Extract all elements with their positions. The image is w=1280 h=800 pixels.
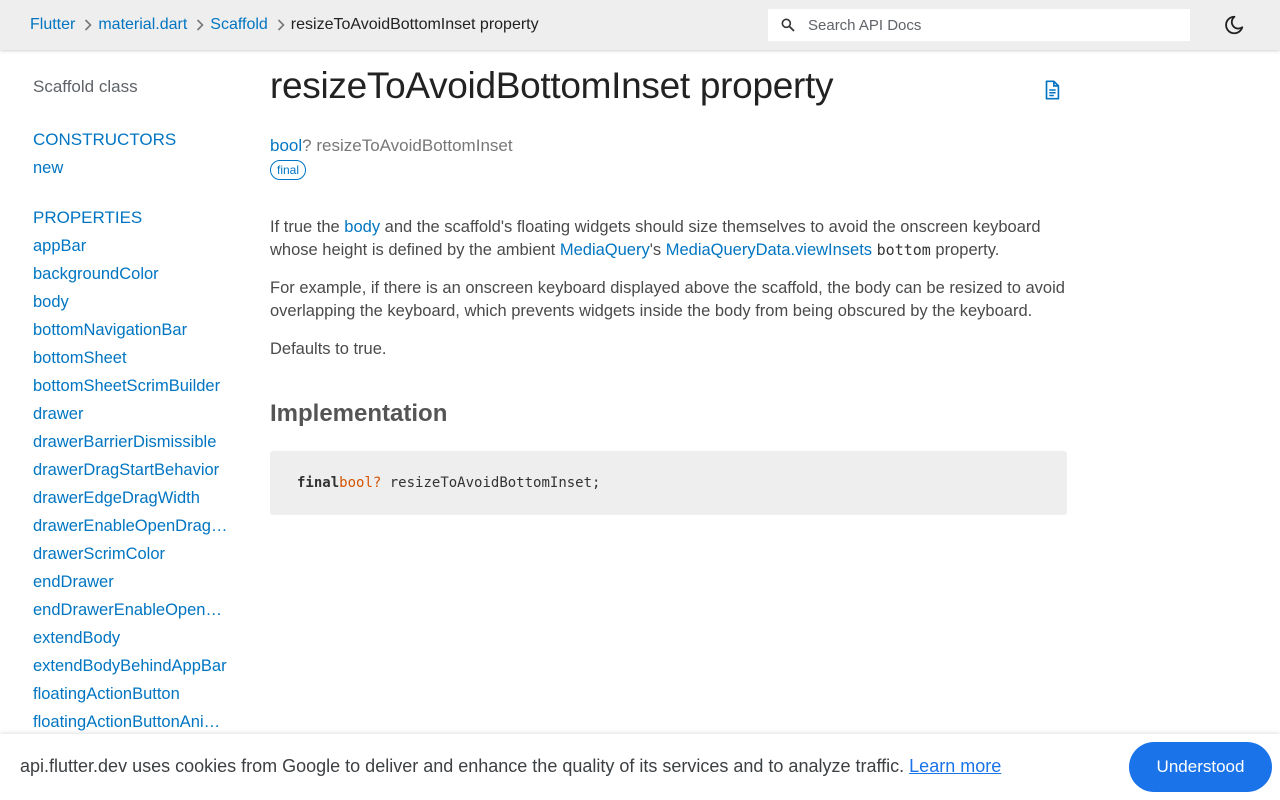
sidebar-item-new[interactable]: new — [33, 154, 229, 182]
sidebar-item[interactable]: extendBodyBehindAppBar — [33, 652, 229, 680]
type-link-bool[interactable]: bool — [270, 136, 302, 155]
search-input[interactable] — [808, 9, 1178, 41]
dark-mode-moon-icon[interactable] — [1222, 13, 1246, 37]
sidebar-item[interactable]: endDrawer — [33, 568, 229, 596]
chevron-right-icon — [196, 19, 204, 31]
sidebar-item[interactable]: bottomSheetScrimBuilder — [33, 372, 229, 400]
sidebar-item[interactable]: drawerScrimColor — [33, 540, 229, 568]
breadcrumb-material-dart[interactable]: material.dart — [98, 16, 187, 34]
text-span: If true the — [270, 218, 345, 236]
breadcrumb-current-page: resizeToAvoidBottomInset property — [290, 16, 539, 33]
sidebar-item[interactable]: drawerEdgeDragWidth — [33, 484, 229, 512]
sidebar-item[interactable]: backgroundColor — [33, 260, 229, 288]
sidebar-item[interactable]: body — [33, 288, 229, 316]
sidebar-item[interactable]: drawer — [33, 400, 229, 428]
learn-more-link[interactable]: Learn more — [909, 756, 1001, 776]
search-box[interactable] — [768, 9, 1190, 41]
sidebar-item[interactable]: bottomNavigationBar — [33, 316, 229, 344]
property-signature: bool? resizeToAvoidBottomInset — [270, 136, 1070, 156]
sidebar-item[interactable]: appBar — [33, 232, 229, 260]
breadcrumb-flutter[interactable]: Flutter — [30, 16, 75, 34]
link-body[interactable]: body — [344, 218, 380, 236]
description: If true the body and the scaffold's floa… — [270, 216, 1070, 361]
cookie-notice: api.flutter.dev uses cookies from Google… — [20, 756, 1001, 777]
cookie-consent-bar: api.flutter.dev uses cookies from Google… — [0, 734, 1280, 800]
sidebar-section-properties[interactable]: PROPERTIES — [33, 204, 233, 232]
sidebar-section-constructors[interactable]: CONSTRUCTORS — [33, 126, 233, 154]
description-paragraph: For example, if there is an onscreen key… — [270, 279, 1065, 320]
description-paragraph: If true the body and the scaffold's floa… — [270, 216, 1070, 262]
main-content: resizeToAvoidBottomInset property bool? … — [270, 60, 1070, 515]
understood-button[interactable]: Understood — [1129, 742, 1272, 792]
search-icon — [768, 9, 808, 41]
link-mediaquery[interactable]: MediaQuery — [560, 241, 650, 259]
sidebar-item[interactable]: extendBody — [33, 624, 229, 652]
final-badge: final — [270, 160, 307, 180]
breadcrumb: Flutter material.dart Scaffold resizeToA… — [30, 0, 539, 50]
text-span: property. — [930, 241, 1000, 259]
code-block: final bool? resizeToAvoidBottomInset; — [270, 451, 1067, 515]
sidebar-item[interactable]: bottomSheet — [33, 344, 229, 372]
property-name: resizeToAvoidBottomInset — [316, 136, 513, 155]
breadcrumb-scaffold[interactable]: Scaffold — [210, 16, 268, 34]
code-keyword: final — [297, 475, 340, 491]
inline-code: bottom — [876, 241, 931, 259]
code-rest: resizeToAvoidBottomInset; — [381, 475, 601, 491]
chevron-right-icon — [277, 19, 285, 31]
chevron-right-icon — [84, 19, 92, 31]
sidebar-class-title: Scaffold class — [33, 77, 138, 96]
sidebar: Scaffold class CONSTRUCTORS new PROPERTI… — [33, 70, 233, 736]
implementation-heading: Implementation — [270, 400, 448, 427]
nullable-marker: ? — [302, 136, 312, 155]
document-source-icon[interactable] — [1041, 79, 1063, 101]
top-app-bar: Flutter material.dart Scaffold resizeToA… — [0, 0, 1280, 50]
sidebar-item[interactable]: floatingActionButtonAnimator — [33, 708, 229, 736]
text-span: 's — [649, 241, 666, 259]
description-paragraph: Defaults to true. — [270, 340, 387, 358]
sidebar-item[interactable]: drawerDragStartBehavior — [33, 456, 229, 484]
sidebar-item[interactable]: floatingActionButton — [33, 680, 229, 708]
page-title: resizeToAvoidBottomInset property — [270, 65, 834, 106]
cookie-text: api.flutter.dev uses cookies from Google… — [20, 756, 910, 776]
sidebar-item[interactable]: drawerEnableOpenDragGesture — [33, 512, 229, 540]
sidebar-item[interactable]: drawerBarrierDismissible — [33, 428, 229, 456]
link-mediaquerydata-viewinsets[interactable]: MediaQueryData.viewInsets — [666, 241, 872, 259]
sidebar-item[interactable]: endDrawerEnableOpenDragGesture — [33, 596, 229, 624]
code-type: bool? — [339, 475, 382, 491]
